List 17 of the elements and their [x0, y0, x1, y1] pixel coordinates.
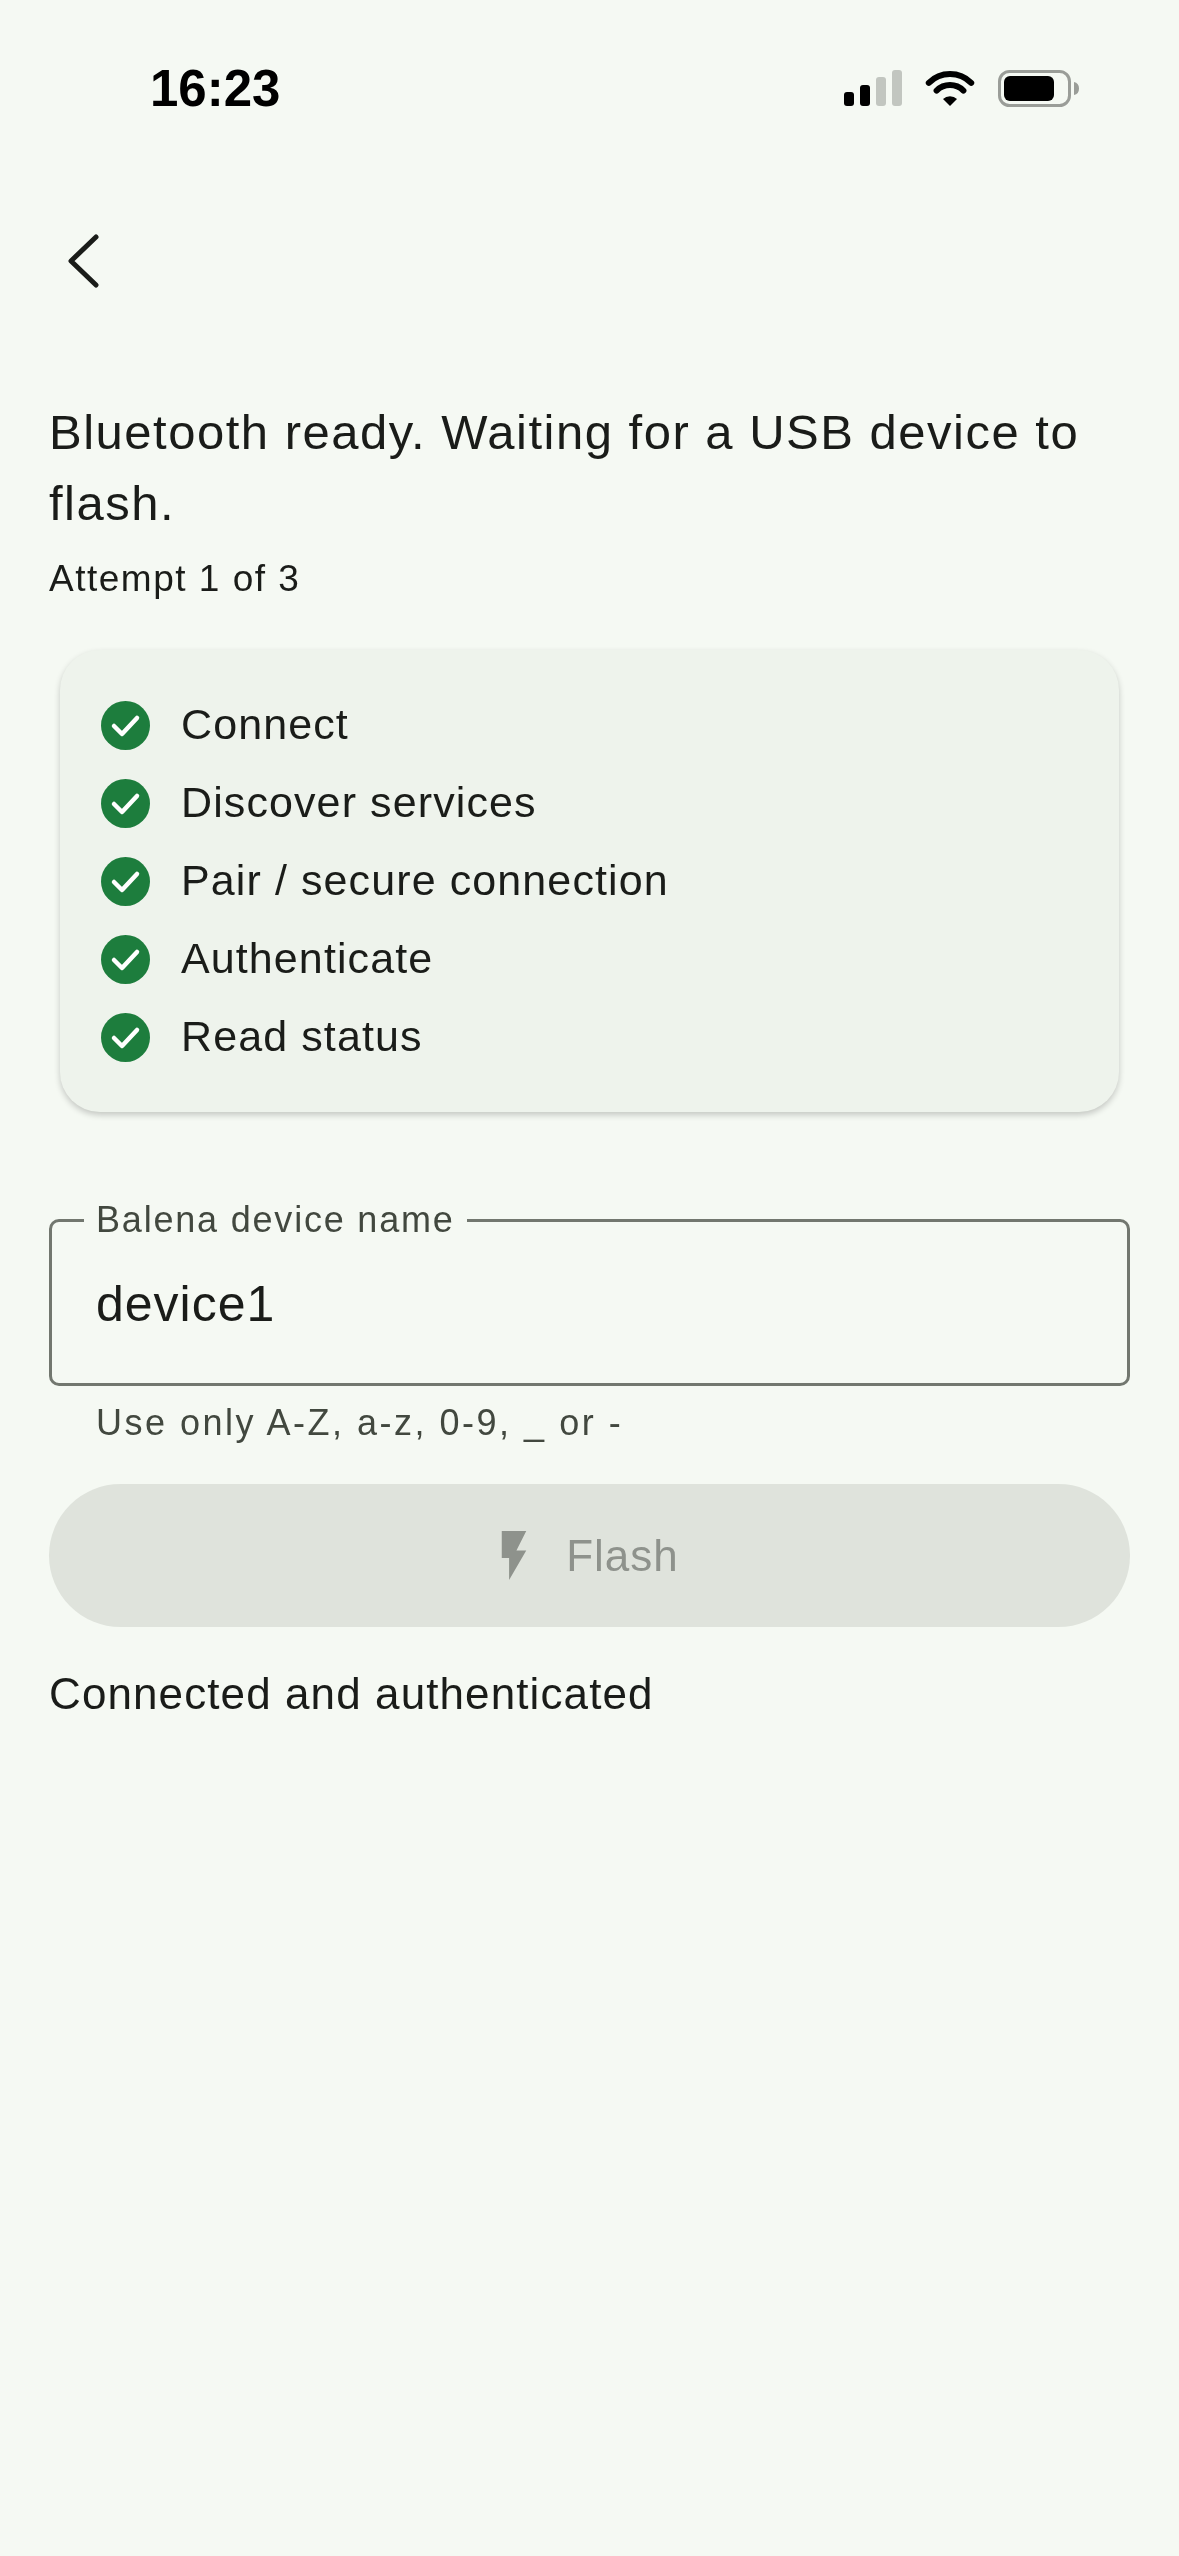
device-name-input[interactable]: device1: [96, 1254, 1083, 1354]
attempt-counter: Attempt 1 of 3: [49, 557, 302, 601]
helper-text: Use only A-Z, a-z, 0-9, _ or -: [96, 1402, 625, 1444]
step-label: Connect: [181, 699, 349, 751]
step-label: Pair / secure connection: [181, 855, 669, 907]
status-message: Connected and authenticated: [49, 1668, 655, 1720]
status-heading: Bluetooth ready. Waiting for a USB device to flash.: [49, 404, 1081, 532]
step-label: Discover services: [181, 777, 537, 829]
wifi-icon: [924, 70, 976, 106]
field-label: Balena device name: [95, 1200, 456, 1240]
lightning-bolt-icon: [500, 1531, 529, 1580]
status-time: 16:23: [150, 62, 281, 114]
battery-icon: [998, 69, 1080, 107]
signal-icon: [844, 70, 902, 106]
step-label: Authenticate: [181, 933, 434, 985]
back-chevron-icon: [65, 233, 101, 289]
step-label: Read status: [181, 1011, 423, 1063]
